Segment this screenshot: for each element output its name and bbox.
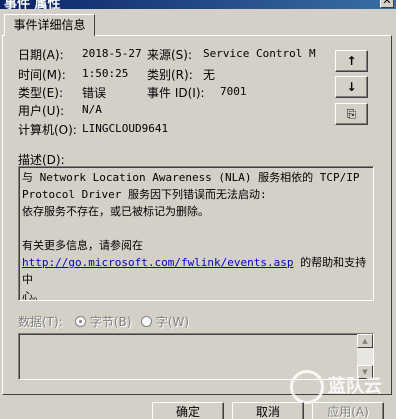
- title-bar: 事件 属性 ✕: [0, 0, 396, 9]
- user-label: 用户(U):: [18, 104, 65, 118]
- computer-label: 计算机(O):: [18, 123, 77, 137]
- data-label: 数据(T):: [18, 315, 63, 329]
- events-help-link[interactable]: http://go.microsoft.com/fwlink/events.as…: [22, 256, 294, 269]
- computer-value: LINGCLOUD9641: [82, 122, 169, 135]
- type-value: 错误: [82, 86, 107, 100]
- tab-event-details[interactable]: 事件详细信息: [4, 14, 95, 36]
- arrow-up-icon: ↑: [346, 54, 357, 68]
- type-label: 类型(E):: [18, 86, 63, 100]
- user-value: N/A: [82, 103, 102, 116]
- scroll-up-icon: ▲: [362, 337, 368, 345]
- copy-button[interactable]: ⎘: [335, 103, 368, 125]
- description-line: 依存服务不存在，或已被标记为删除。: [22, 205, 209, 218]
- next-event-button[interactable]: ↓: [335, 76, 368, 98]
- radio-unselected-icon: [141, 316, 152, 327]
- event-id-value: 7001: [220, 85, 247, 98]
- apply-button[interactable]: 应用(A): [312, 402, 384, 419]
- close-button[interactable]: ✕: [380, 0, 394, 8]
- source-label: 来源(S):: [147, 48, 193, 62]
- watermark-circle-icon: [290, 370, 324, 404]
- source-value: Service Control M: [203, 47, 316, 60]
- description-line: 与 Network Location Awareness (NLA) 服务相依的…: [22, 171, 360, 184]
- time-label: 时间(M):: [18, 68, 66, 82]
- previous-event-button[interactable]: ↑: [335, 50, 368, 72]
- description-line: 心。: [22, 290, 44, 301]
- window-title: 事件 属性: [4, 0, 61, 9]
- cancel-button[interactable]: 取消: [232, 402, 304, 419]
- copy-icon: ⎘: [346, 107, 357, 121]
- description-line: 有关更多信息，请参阅在: [22, 239, 143, 252]
- ok-button[interactable]: 确定: [152, 402, 224, 419]
- description-textbox[interactable]: 与 Network Location Awareness (NLA) 服务相依的…: [18, 166, 374, 301]
- bytes-radio[interactable]: 字节(B): [75, 313, 131, 330]
- category-value: 无: [203, 68, 216, 82]
- words-radio[interactable]: 字(W): [141, 313, 189, 330]
- event-id-label: 事件 ID(I):: [147, 86, 205, 100]
- bytes-radio-label: 字节(B): [89, 315, 132, 329]
- category-label: 类别(R):: [147, 68, 193, 82]
- radio-selected-icon: [75, 316, 86, 327]
- date-value: 2018-5-27: [82, 47, 142, 60]
- arrow-down-icon: ↓: [346, 80, 357, 94]
- watermark-text: 蓝队云: [328, 376, 382, 397]
- date-label: 日期(A):: [18, 48, 64, 62]
- scroll-up-button[interactable]: ▲: [357, 334, 373, 348]
- description-line: Protocol Driver 服务因下列错误而无法启动:: [22, 188, 267, 201]
- words-radio-label: 字(W): [155, 315, 190, 329]
- time-value: 1:50:25: [82, 67, 129, 80]
